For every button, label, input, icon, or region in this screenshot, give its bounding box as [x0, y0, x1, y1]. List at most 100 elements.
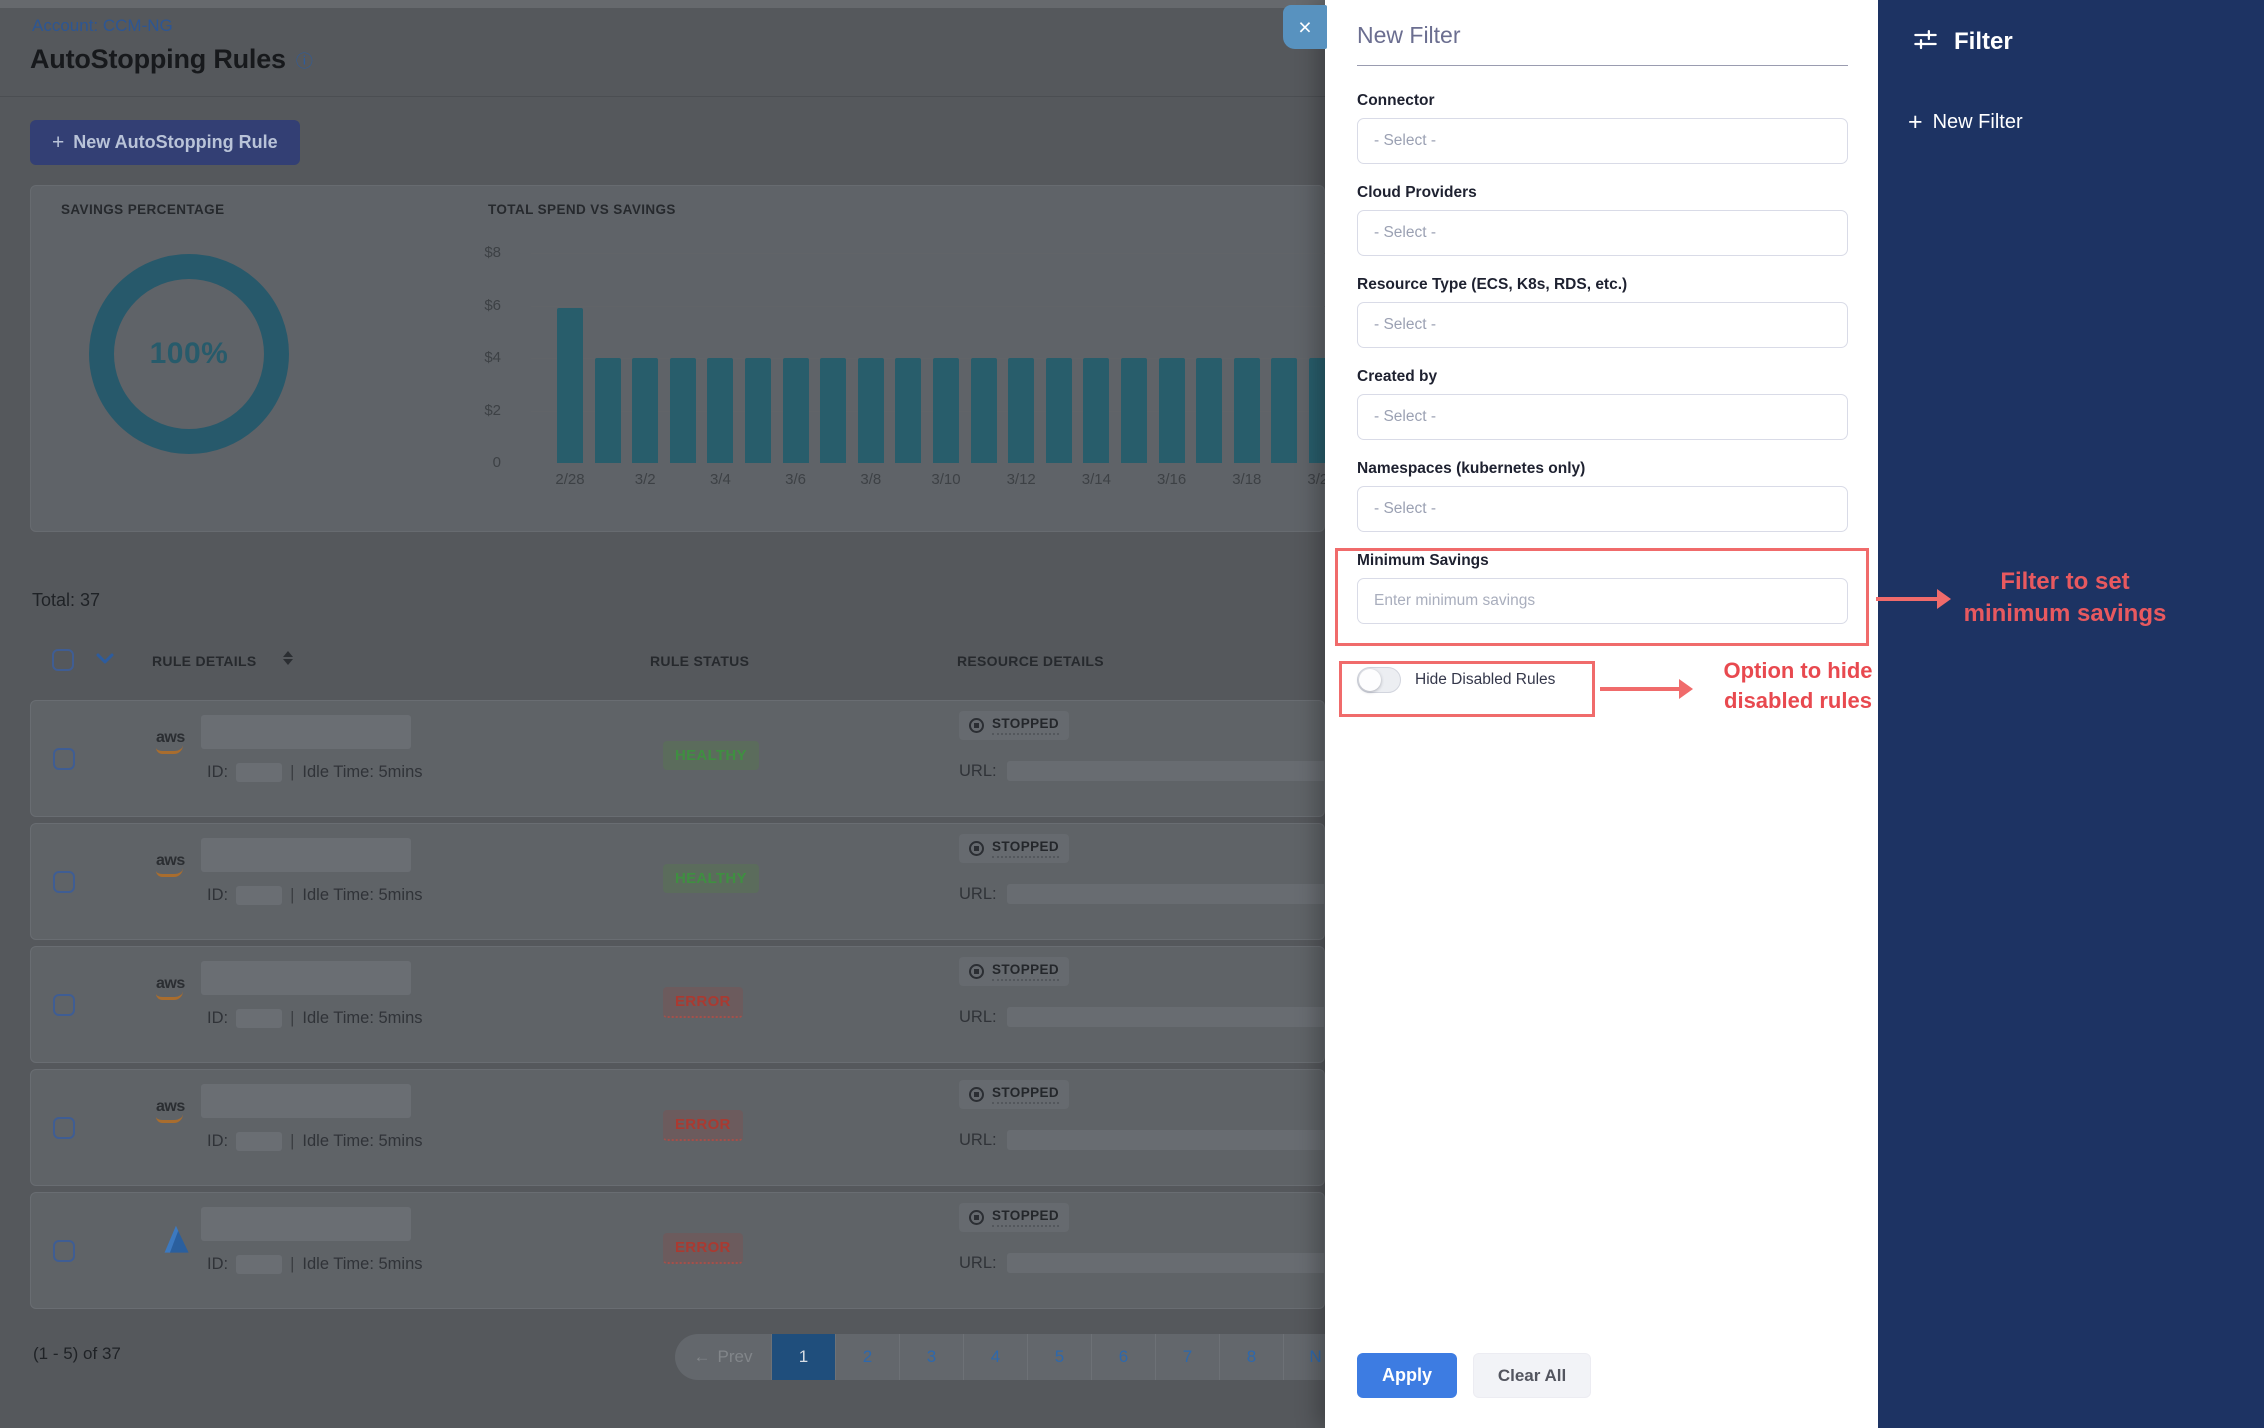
y-tick: $6 [455, 297, 501, 314]
y-tick: $8 [455, 244, 501, 261]
x-tick: 3/12 [991, 471, 1051, 488]
annotation-text-hide-rules: Option to hide disabled rules [1698, 656, 1898, 715]
rule-meta: ID: | Idle Time: 5mins [207, 1255, 423, 1274]
select-resource-type-ecs-k8s-rds-etc[interactable]: - Select - [1357, 302, 1848, 348]
rule-meta: ID: | Idle Time: 5mins [207, 886, 423, 905]
bar-3/15 [1121, 358, 1147, 463]
select-namespaces-kubernetes-only[interactable]: - Select - [1357, 486, 1848, 532]
stopped-icon [969, 1087, 984, 1102]
col-rule-details[interactable]: RULE DETAILS [152, 653, 256, 669]
select-all-checkbox[interactable] [52, 649, 74, 671]
rule-id-redacted [236, 886, 282, 905]
y-tick: $2 [455, 402, 501, 419]
info-icon[interactable]: ⓘ [296, 47, 313, 72]
header-divider [0, 96, 1325, 97]
field-group-created-by: Created by- Select - [1357, 368, 1848, 440]
page-button-7[interactable]: 7 [1155, 1334, 1219, 1380]
rule-meta: ID: | Idle Time: 5mins [207, 1009, 423, 1028]
y-tick: 0 [455, 454, 501, 471]
page-title-row: AutoStopping Rules ⓘ [30, 44, 313, 75]
breadcrumb-account-link[interactable]: Account: CCM-NG [32, 16, 173, 36]
arrow-left-icon: ← [694, 1347, 711, 1367]
apply-button[interactable]: Apply [1357, 1353, 1457, 1398]
bar-3/9 [895, 358, 921, 463]
table-row[interactable]: aws ID: | Idle Time: 5mins ERROR STOPPED… [30, 1069, 1325, 1186]
prev-label: Prev [718, 1347, 753, 1367]
bar-3/11 [971, 358, 997, 463]
close-icon[interactable]: × [1283, 5, 1327, 49]
bar-3/4 [707, 358, 733, 463]
rule-meta: ID: | Idle Time: 5mins [207, 1132, 423, 1151]
aws-icon: aws [156, 975, 196, 1019]
x-tick: 3/4 [690, 471, 750, 488]
aws-icon: aws [156, 852, 196, 896]
idle-time: Idle Time: 5mins [302, 1132, 422, 1151]
sort-icon[interactable] [283, 651, 293, 665]
azure-icon [156, 1221, 196, 1265]
page-button-6[interactable]: 6 [1091, 1334, 1155, 1380]
pagination: ← Prev 12345678N [675, 1334, 1347, 1380]
page-button-1[interactable]: 1 [771, 1334, 835, 1380]
plus-icon: + [1908, 108, 1923, 137]
resource-state-badge[interactable]: STOPPED [959, 834, 1069, 863]
resource-state-badge[interactable]: STOPPED [959, 711, 1069, 740]
prev-page-button[interactable]: ← Prev [675, 1334, 771, 1380]
bar-3/19 [1271, 358, 1297, 463]
sliders-icon [1912, 26, 1939, 58]
aws-icon: aws [156, 1098, 196, 1142]
rules-table-body: aws ID: | Idle Time: 5mins HEALTHY STOPP… [30, 700, 1325, 1315]
rule-status-badge: ERROR [663, 1110, 743, 1141]
field-group-namespaces-kubernetes-only: Namespaces (kubernetes only)- Select - [1357, 460, 1848, 532]
resource-url: URL: [959, 884, 1357, 904]
select-connector[interactable]: - Select - [1357, 118, 1848, 164]
resource-state-badge[interactable]: STOPPED [959, 1080, 1069, 1109]
select-created-by[interactable]: - Select - [1357, 394, 1848, 440]
clear-all-button[interactable]: Clear All [1473, 1353, 1591, 1398]
x-tick: 3/14 [1066, 471, 1126, 488]
gridline [531, 306, 1326, 307]
select-cloud-providers[interactable]: - Select - [1357, 210, 1848, 256]
row-checkbox[interactable] [53, 748, 75, 770]
rule-name-redacted [201, 838, 411, 872]
annotation-box-minimum-savings [1335, 548, 1869, 646]
chevron-down-icon[interactable] [96, 652, 114, 670]
drawer-actions: Apply Clear All [1357, 1353, 1591, 1398]
idle-time: Idle Time: 5mins [302, 1255, 422, 1274]
page-button-5[interactable]: 5 [1027, 1334, 1091, 1380]
y-tick: $4 [455, 349, 501, 366]
x-tick: 3/2 [615, 471, 675, 488]
page-button-8[interactable]: 8 [1219, 1334, 1283, 1380]
x-tick: 3/16 [1142, 471, 1202, 488]
summary-charts-card: SAVINGS PERCENTAGE TOTAL SPEND VS SAVING… [30, 185, 1325, 532]
page-button-4[interactable]: 4 [963, 1334, 1027, 1380]
total-spend-label: TOTAL SPEND VS SAVINGS [488, 202, 676, 217]
page-button-2[interactable]: 2 [835, 1334, 899, 1380]
bar-3/18 [1234, 358, 1260, 463]
filter-name-input[interactable]: New Filter [1357, 22, 1848, 66]
new-autostopping-rule-button[interactable]: + New AutoStopping Rule [30, 120, 300, 165]
row-checkbox[interactable] [53, 1240, 75, 1262]
url-redacted [1007, 1130, 1357, 1150]
table-row[interactable]: aws ID: | Idle Time: 5mins HEALTHY STOPP… [30, 700, 1325, 817]
x-tick: 3/6 [766, 471, 826, 488]
filter-panel-header: Filter [1912, 26, 2013, 58]
row-checkbox[interactable] [53, 1117, 75, 1139]
field-group-connector: Connector - Select - [1357, 92, 1848, 164]
top-strip [0, 0, 1325, 8]
resource-url: URL: [959, 761, 1357, 781]
bar-3/16 [1159, 358, 1185, 463]
table-row[interactable]: ID: | Idle Time: 5mins ERROR STOPPED URL… [30, 1192, 1325, 1309]
page-button-3[interactable]: 3 [899, 1334, 963, 1380]
new-filter-button[interactable]: + New Filter [1908, 108, 2023, 137]
x-tick: 3/20 [1292, 471, 1326, 488]
field-label-connector: Connector [1357, 92, 1848, 110]
resource-url: URL: [959, 1253, 1357, 1273]
table-row[interactable]: aws ID: | Idle Time: 5mins HEALTHY STOPP… [30, 823, 1325, 940]
resource-state-badge[interactable]: STOPPED [959, 1203, 1069, 1232]
resource-state-badge[interactable]: STOPPED [959, 957, 1069, 986]
x-tick: 3/18 [1217, 471, 1277, 488]
table-row[interactable]: aws ID: | Idle Time: 5mins ERROR STOPPED… [30, 946, 1325, 1063]
row-checkbox[interactable] [53, 994, 75, 1016]
idle-time: Idle Time: 5mins [302, 886, 422, 905]
row-checkbox[interactable] [53, 871, 75, 893]
